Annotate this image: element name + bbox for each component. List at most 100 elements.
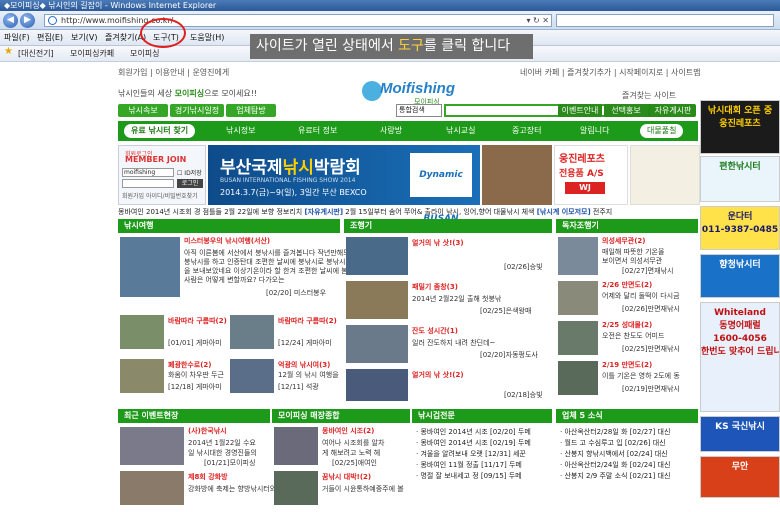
btn-fishing-news[interactable]: 낚시속보 [118,104,168,117]
post-thumbnail[interactable] [346,325,408,363]
post-thumbnail[interactable] [558,361,598,395]
post-thumbnail[interactable] [230,315,274,349]
side-banner[interactable]: 향청낚시터 [700,254,780,298]
post-title[interactable]: 2/26 만면도(2) [602,281,652,290]
search-category-select[interactable]: 통합검색 [396,104,442,117]
side-banner[interactable]: Whiteland 동명어패럴 1600-4056 한번도 맞추어 드립니다 [700,302,780,412]
section-header[interactable]: 최근 이벤트현장 [118,409,270,423]
list-item[interactable]: · 몽바여인 2014년 시조 [02/20] 두메 [416,427,550,438]
favorite-link-3[interactable]: 모이피싱 [130,48,159,60]
nav-fishing-class[interactable]: 낚시교실 [446,121,475,141]
nav-fishing-info[interactable]: 낚시정보 [226,121,255,141]
nav-paid-spots[interactable]: 유료 낚시터 찾기 [124,124,196,138]
section-header[interactable]: 독자조행기 [556,219,698,233]
post-thumbnail[interactable] [120,471,184,505]
post-title[interactable]: 얼거의 낚 삿!(2) [412,371,464,380]
post-thumbnail[interactable] [558,321,598,355]
section-header[interactable]: 모이피싱 매장종합 [272,409,410,423]
post-thumbnail[interactable] [346,281,408,319]
btn-promo[interactable]: 선택홍보 [604,104,648,117]
post-title[interactable]: 꿈낚시 대박!(2) [322,473,371,482]
btn-competition-schedule[interactable]: 경기낚시일정 [170,104,224,117]
menu-edit[interactable]: 편집(E) [37,32,63,44]
menu-file[interactable]: 파일(F) [4,32,30,44]
section-header[interactable]: 조행기 [344,219,552,233]
list-item[interactable]: · 몽바여인 11월 정출 [11/17] 두메 [416,460,550,471]
side-banner[interactable]: 낚시대회 오픈 중 웅진레포츠 [700,100,780,154]
forward-icon[interactable]: ▶ [20,13,35,28]
list-item[interactable]: · 아산옥산터2/28일 화 [02/27] 대신 [560,427,696,438]
top-links-right[interactable]: 네이버 카페 | 즐겨찾기추가 | 시작페이지로 | 사이트맵 [520,67,700,78]
side-banner[interactable]: 편한낚시터 [700,156,780,202]
post-thumbnail[interactable] [558,237,598,275]
post-title[interactable]: 바람따라 구름따(2) [168,317,227,326]
post-thumbnail[interactable] [120,359,164,393]
post-thumbnail[interactable] [120,315,164,349]
post-title[interactable]: 몽바여인 시조(2) [322,427,374,436]
post-title[interactable]: 패밀기 좀창(3) [412,283,458,292]
section-header[interactable]: 낚시여행 [118,219,340,233]
post-title[interactable]: 의성세무관(2) [602,237,645,246]
nav-big-catch[interactable]: 대물풀칠 [640,124,684,138]
favorite-link-1[interactable]: [대신전기] [18,48,54,60]
nav-lounge[interactable]: 사랑방 [380,121,402,141]
login-password-input[interactable] [122,179,174,188]
promo-photo[interactable] [482,145,552,205]
post-title[interactable]: 2/19 만면도(2) [602,361,652,370]
back-icon[interactable]: ◀ [3,13,18,28]
login-button[interactable]: 로그인 [177,179,203,188]
nav-used-market[interactable]: 중고장터 [512,121,541,141]
refresh-icon[interactable]: ▾ ↻ ✕ [526,15,549,26]
lead-meta: [02/20] 미스터봉우 [266,289,327,297]
favorites-star-icon[interactable]: ★ [4,46,13,58]
save-id-checkbox[interactable]: ☐ ID저장 [177,168,202,177]
post-thumbnail[interactable] [230,359,274,393]
post-title[interactable]: 폐광한수로(2) [168,361,211,370]
list-item[interactable]: · 아산옥산터2/24일 화 [02/24] 대신 [560,460,696,471]
post-title[interactable]: 얼거의 낚 삿!(3) [412,239,464,248]
post-title[interactable]: 바람따라 구름따(2) [278,317,337,326]
post-thumbnail[interactable] [346,369,408,401]
post-thumbnail[interactable] [274,471,318,505]
section-header[interactable]: 낚시겁전문 [412,409,552,423]
post-thumbnail[interactable] [346,237,408,275]
menu-help[interactable]: 도움말(H) [190,32,224,44]
btn-shop-visit[interactable]: 업체탐방 [226,104,276,117]
side-banner[interactable]: 무안 [700,456,780,498]
list-item[interactable]: · 명절 잘 보내세고 정 [09/15] 두메 [416,471,550,482]
btn-free-board[interactable]: 자유게시판 [650,104,696,117]
btn-event[interactable]: 이벤트안내 [558,104,602,117]
url-input[interactable]: http://www.moifishing.co.kr/ ▾ ↻ ✕ [44,14,552,27]
post-title[interactable]: 2/25 성대물(2) [602,321,652,330]
list-item[interactable]: · 겨울을 알려보내 오랫 [12/31] 세꾼 [416,449,550,460]
login-links[interactable]: 회원가입 아이디/비밀번호찾기 [122,191,198,200]
list-item[interactable]: · 몽바여인 2014년 시조 [02/19] 두메 [416,438,550,449]
promo-tackle[interactable] [630,145,700,205]
list-item[interactable]: · 산봉지 향낚시백에서 [02/24] 대신 [560,449,696,460]
post-thumbnail[interactable] [120,427,184,465]
menu-view[interactable]: 보기(V) [71,32,97,44]
side-banner-text: 낚시대회 오픈 중 [707,106,773,116]
browser-search-input[interactable] [556,14,774,27]
list-item[interactable]: · 산봉지 2/9 주말 소식 [02/21] 대신 [560,471,696,482]
top-links-left[interactable]: 회원가입 | 이용안내 | 운영진에게 [118,67,229,78]
nav-notices[interactable]: 알림니다 [580,121,609,141]
side-banner[interactable]: 운다터 011-9387-0485 [700,206,780,250]
lead-title[interactable]: 미스터봉우의 낚시여행(서산) [184,237,270,246]
expo-banner[interactable]: 부산국제낚시박람회 BUSAN INTERNATIONAL FISHING SH… [208,145,480,224]
list-item[interactable]: · 월드 고 수심루고 입 [02/26] 대신 [560,438,696,449]
favorite-link-2[interactable]: 모이피싱카페 [70,48,114,60]
post-title[interactable]: (사)한국낚시 [188,427,227,436]
post-title[interactable]: 제8회 강화방 [188,473,228,482]
post-thumbnail[interactable] [274,427,318,465]
post-title[interactable]: 억광의 낚시여(3) [278,361,330,370]
side-banner[interactable]: KS 국신낚시 [700,416,780,452]
promo-woongjin[interactable]: 웅진레포츠 전용품 A/S WJ [554,145,628,205]
section-header[interactable]: 업체 5 소식 [556,409,698,423]
login-id-input[interactable]: moifishing [122,168,174,177]
nav-spot-info[interactable]: 유료터 정보 [298,121,337,141]
news-ticker[interactable]: 몽바여인 2014년 시조회 경 점틀들 2월 22일에 보향 정보리치 [자유… [118,207,698,217]
lead-thumbnail[interactable] [120,237,180,297]
post-thumbnail[interactable] [558,281,598,315]
post-title[interactable]: 잔도 성시간(1) [412,327,458,336]
